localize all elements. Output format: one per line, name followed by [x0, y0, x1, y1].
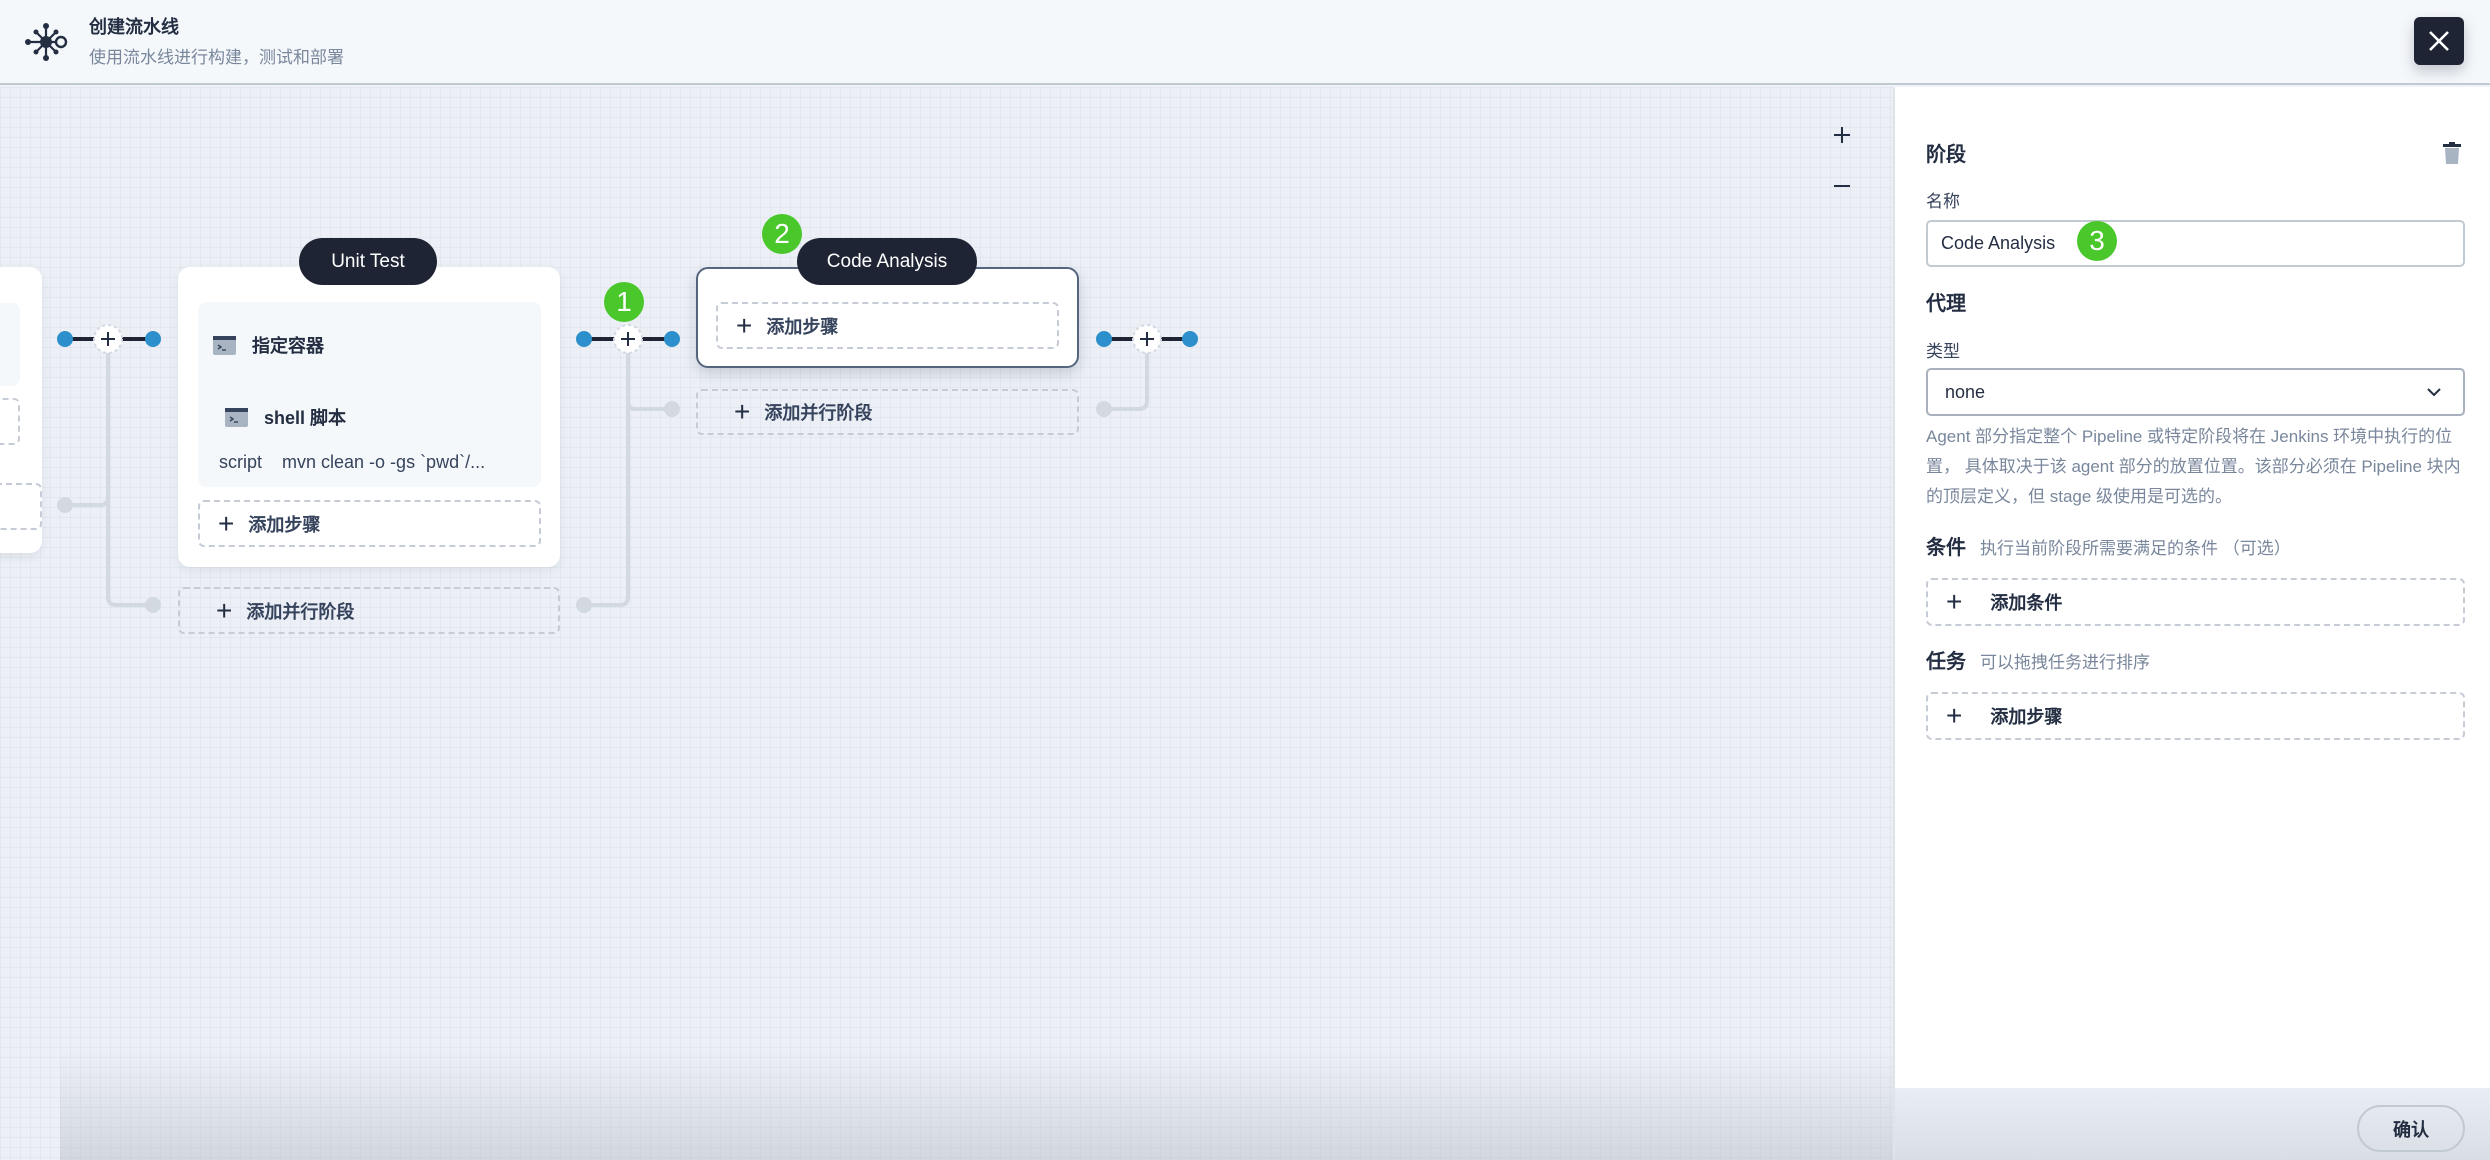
- close-icon: [2429, 31, 2449, 51]
- branch-line: [65, 339, 110, 507]
- add-parallel-stage-button[interactable]: [0, 483, 42, 530]
- add-stage-button[interactable]: [93, 324, 123, 354]
- plus-icon: +: [216, 594, 233, 626]
- branch-dot: [57, 497, 73, 513]
- annotation-badge-3: 3: [2077, 221, 2117, 261]
- annotation-badge-1: 1: [604, 282, 644, 322]
- tasks-section-header: 任务 可以拖拽任务进行排序: [1926, 645, 2150, 674]
- step-label: shell 脚本: [264, 408, 347, 428]
- name-label: 名称: [1926, 192, 1960, 211]
- step-box[interactable]: [0, 303, 20, 386]
- terminal-icon: [225, 407, 248, 427]
- tasks-title: 任务: [1926, 651, 1966, 673]
- step-label: 指定容器: [252, 336, 324, 356]
- add-step-button[interactable]: + 添加步骤: [716, 302, 1059, 349]
- add-parallel-stage-button[interactable]: + 添加并行阶段: [696, 389, 1079, 435]
- step-box[interactable]: 指定容器 shell 脚本 script mvn clean -o -gs `pw…: [198, 302, 541, 487]
- conditions-section-header: 条件 执行当前阶段所需要满足的条件 （可选）: [1926, 531, 2291, 560]
- page-subtitle: 使用流水线进行构建，测试和部署: [89, 48, 344, 67]
- param-key: script: [219, 452, 263, 472]
- add-task-step-button[interactable]: + 添加步骤: [1926, 692, 2465, 740]
- step-param: script mvn clean -o -gs `pwd`/...: [219, 452, 485, 473]
- branch-dot: [664, 401, 680, 417]
- add-condition-button[interactable]: + 添加条件: [1926, 578, 2465, 626]
- add-stage-button[interactable]: [1132, 324, 1162, 354]
- connector-dot: [1096, 331, 1112, 347]
- branch-dot: [145, 597, 161, 613]
- connector-dot: [145, 331, 161, 347]
- step-specify-container[interactable]: 指定容器: [213, 332, 324, 358]
- branch-dot: [1096, 401, 1112, 417]
- page-header: 创建流水线 使用流水线进行构建，测试和部署: [0, 0, 2490, 85]
- stage-section-title: 阶段: [1926, 144, 1966, 166]
- add-parallel-stage-button[interactable]: + 添加并行阶段: [178, 587, 560, 634]
- connector-dot: [576, 331, 592, 347]
- type-label: 类型: [1926, 342, 1960, 361]
- plus-icon: +: [1946, 700, 1963, 731]
- stage-settings-panel: 阶段 名称 3 代理 类型 none Agent 部分指定整个 Pipeline…: [1893, 87, 2490, 1160]
- branch-line: [584, 339, 630, 607]
- agent-section-title: 代理: [1926, 293, 1966, 315]
- zoom-out-button[interactable]: [1827, 171, 1857, 201]
- agent-type-select[interactable]: none: [1926, 368, 2465, 416]
- confirm-button[interactable]: 确认: [2357, 1105, 2465, 1152]
- pipeline-network-icon: [25, 23, 68, 61]
- add-step-button[interactable]: + 添加步骤: [198, 500, 541, 547]
- branch-line: [106, 467, 153, 607]
- pipeline-canvas[interactable]: 指定容器 shell 脚本 script mvn clean -o -gs `pw…: [0, 87, 1893, 1160]
- conditions-hint: 执行当前阶段所需要满足的条件 （可选）: [1980, 539, 2291, 558]
- conditions-title: 条件: [1926, 537, 1966, 559]
- connector-dot: [1182, 331, 1198, 347]
- stage-title-unit-test[interactable]: Unit Test: [299, 238, 437, 285]
- step-shell-script[interactable]: shell 脚本: [225, 404, 346, 430]
- zoom-in-button[interactable]: [1827, 120, 1857, 150]
- plus-icon: +: [1946, 586, 1963, 617]
- plus-icon: +: [218, 507, 235, 539]
- plus-icon: +: [736, 309, 753, 341]
- annotation-badge-2: 2: [762, 214, 802, 254]
- connector-dot: [57, 331, 73, 347]
- add-stage-button[interactable]: [613, 324, 643, 354]
- chevron-down-icon: [2427, 388, 2441, 397]
- tasks-hint: 可以拖拽任务进行排序: [1980, 653, 2150, 672]
- close-button[interactable]: [2414, 17, 2464, 65]
- add-step-button[interactable]: [0, 398, 20, 445]
- stage-card-unit-test[interactable]: 指定容器 shell 脚本 script mvn clean -o -gs `pw…: [178, 267, 560, 567]
- minus-icon: [1834, 185, 1850, 187]
- connector-dot: [664, 331, 680, 347]
- trash-icon[interactable]: [2443, 142, 2461, 164]
- branch-dot: [576, 597, 592, 613]
- plus-icon: [1834, 127, 1850, 143]
- agent-type-value: none: [1945, 381, 1986, 402]
- page-title: 创建流水线: [89, 17, 179, 37]
- param-value: mvn clean -o -gs `pwd`/...: [282, 452, 486, 472]
- terminal-icon: [213, 335, 236, 355]
- stage-name-input[interactable]: [1926, 220, 2465, 267]
- plus-icon: +: [734, 396, 751, 427]
- agent-description: Agent 部分指定整个 Pipeline 或特定阶段将在 Jenkins 环境…: [1926, 427, 2461, 506]
- stage-title-code-analysis[interactable]: Code Analysis: [797, 238, 977, 285]
